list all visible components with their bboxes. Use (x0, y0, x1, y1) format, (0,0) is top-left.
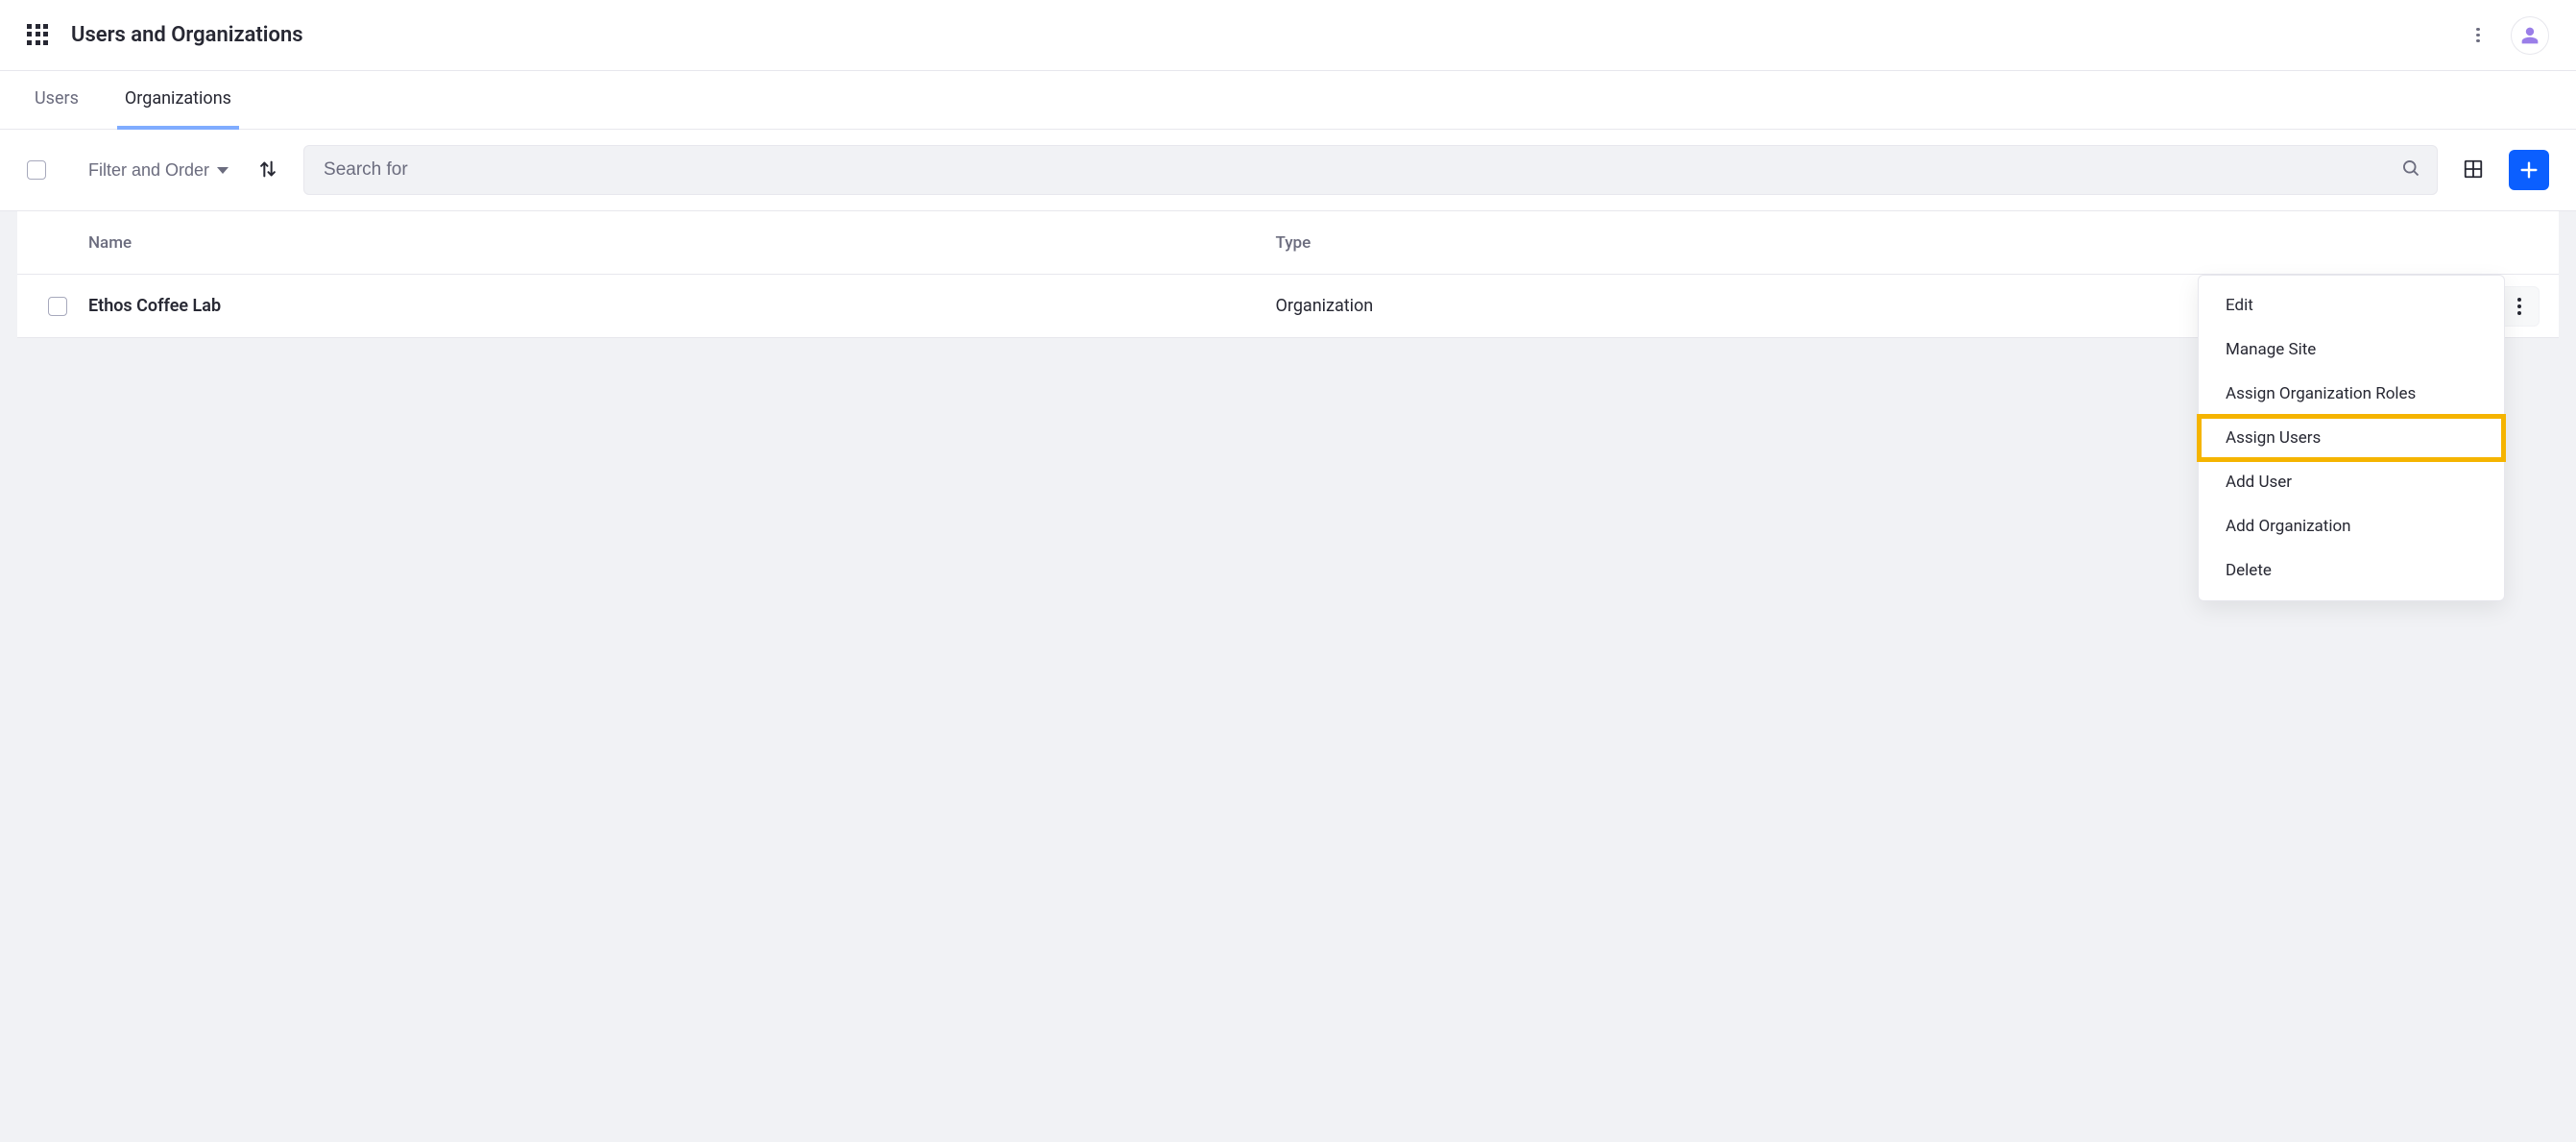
search-icon (2401, 158, 2420, 182)
tabs-bar: Users Organizations (0, 71, 2576, 130)
menu-item-add-organization[interactable]: Add Organization (2199, 504, 2504, 548)
organizations-table: Name Type Ethos Coffee Lab Organization … (17, 211, 2559, 338)
header-actions (2463, 16, 2549, 55)
menu-item-delete[interactable]: Delete (2199, 548, 2504, 593)
menu-item-edit[interactable]: Edit (2199, 283, 2504, 328)
page-title: Users and Organizations (71, 23, 2463, 47)
menu-item-assign-users[interactable]: Assign Users (2199, 416, 2504, 460)
sort-direction-button[interactable] (252, 153, 284, 188)
row-checkbox[interactable] (48, 297, 67, 316)
row-name[interactable]: Ethos Coffee Lab (88, 296, 1276, 316)
column-header-name[interactable]: Name (88, 233, 1276, 253)
table-row[interactable]: Ethos Coffee Lab Organization Edit Manag… (17, 275, 2559, 338)
tab-users[interactable]: Users (27, 71, 86, 130)
header-options-button[interactable] (2463, 20, 2493, 51)
table-header-row: Name Type (17, 211, 2559, 275)
search-container (303, 145, 2438, 195)
menu-item-manage-site[interactable]: Manage Site (2199, 328, 2504, 372)
filter-order-label: Filter and Order (88, 160, 209, 181)
apps-menu-icon[interactable] (27, 24, 50, 47)
column-header-type[interactable]: Type (1276, 233, 2464, 253)
add-button[interactable] (2509, 150, 2549, 190)
row-actions-button[interactable] (2499, 286, 2540, 327)
row-actions-dropdown: Edit Manage Site Assign Organization Rol… (2198, 275, 2505, 601)
app-header: Users and Organizations (0, 0, 2576, 71)
select-all-checkbox[interactable] (27, 160, 46, 180)
grid-icon (2463, 158, 2484, 180)
sort-arrows-icon (257, 158, 278, 180)
caret-down-icon (217, 167, 229, 174)
user-icon (2520, 26, 2540, 45)
filter-order-button[interactable]: Filter and Order (84, 153, 232, 188)
plus-icon (2518, 159, 2540, 181)
management-toolbar: Filter and Order (0, 130, 2576, 211)
avatar[interactable] (2511, 16, 2549, 55)
tab-organizations[interactable]: Organizations (117, 71, 239, 130)
menu-item-add-user[interactable]: Add User (2199, 460, 2504, 504)
view-toggle-button[interactable] (2457, 153, 2490, 188)
search-input[interactable] (303, 145, 2438, 195)
menu-item-assign-org-roles[interactable]: Assign Organization Roles (2199, 372, 2504, 416)
